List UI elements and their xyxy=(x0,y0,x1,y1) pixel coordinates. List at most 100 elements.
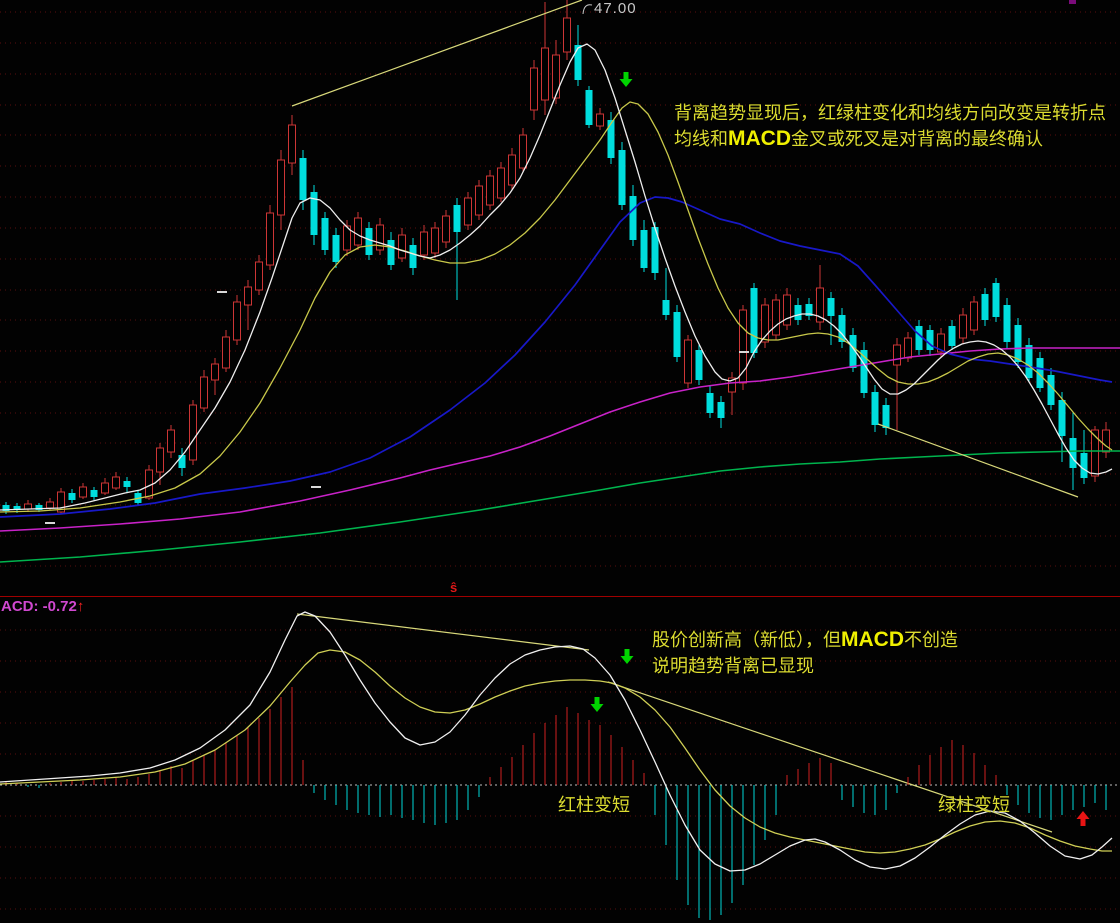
candle-body-up xyxy=(531,68,538,110)
trendline-price-peaks xyxy=(292,0,582,106)
candle-body-up xyxy=(542,48,549,100)
candle-body-down xyxy=(674,312,681,357)
candle-body-up xyxy=(234,302,241,340)
candle-body-up xyxy=(905,338,912,358)
candle-body-up xyxy=(201,377,208,408)
peak-price-label: 47.00 xyxy=(594,0,637,17)
cursor-artifact xyxy=(1069,0,1076,4)
green-bars-shorten-label: 绿柱变短 xyxy=(938,792,1010,818)
candle-body-up xyxy=(553,55,560,98)
candle-body-up xyxy=(80,487,87,497)
candle-body-up xyxy=(223,337,230,368)
candle-body-down xyxy=(124,481,131,487)
ma-green-line xyxy=(0,451,1120,562)
macd-value-text: ACD: -0.72 xyxy=(1,598,77,615)
candle-body-down xyxy=(993,283,1000,317)
candle-body-down xyxy=(388,240,395,265)
main-annotation: 背离趋势显现后，红绿柱变化和均线方向改变是转折点 均线和MACD金叉或死叉是对背… xyxy=(674,100,1106,152)
candle-body-down xyxy=(575,45,582,80)
macd-annotation-line2: 说明趋势背离已显现 xyxy=(652,653,958,679)
candle-body-down xyxy=(641,230,648,268)
candle-body-down xyxy=(916,326,923,350)
candle-body-down xyxy=(1081,453,1088,478)
main-annotation-line1: 背离趋势显现后，红绿柱变化和均线方向改变是转折点 xyxy=(674,100,1106,126)
candle-body-down xyxy=(91,490,98,497)
ma-yellow-line xyxy=(0,102,1112,512)
candle-body-down xyxy=(949,326,956,346)
candle-body-down xyxy=(322,218,329,250)
candle-body-down xyxy=(69,493,76,500)
candle-body-up xyxy=(597,114,604,126)
candle-body-up xyxy=(894,345,901,365)
candle-body-down xyxy=(883,405,890,428)
candle-body-down xyxy=(982,294,989,320)
candle-body-up xyxy=(157,448,164,472)
peak-callout-hook xyxy=(583,5,592,14)
candle-body-down xyxy=(630,196,637,240)
candle-body-up xyxy=(476,186,483,215)
red-bars-shorten-label: 红柱变短 xyxy=(558,792,630,818)
candle-body-down xyxy=(828,298,835,316)
candle-body-down xyxy=(410,245,417,268)
macd-value-label: ACD: -0.72↑ xyxy=(1,598,84,615)
green-down-arrow-dea-peak-icon xyxy=(591,697,604,712)
candle-body-down xyxy=(366,228,373,255)
candle-body-up xyxy=(25,504,32,509)
candle-body-up xyxy=(465,198,472,225)
candle-body-down xyxy=(718,402,725,418)
trendline-macd-peaks xyxy=(297,614,589,650)
candle-body-down xyxy=(1048,375,1055,405)
candle-body-up xyxy=(256,262,263,290)
candle-body-up xyxy=(498,168,505,198)
separator-marker-glyph: ŝ xyxy=(450,580,457,595)
candle-body-up xyxy=(399,235,406,258)
candle-body-up xyxy=(289,125,296,163)
trading-chart-screen[interactable]: 47.00 背离趋势显现后，红绿柱变化和均线方向改变是转折点 均线和MACD金叉… xyxy=(0,0,1120,923)
candle-body-up xyxy=(421,232,428,255)
candle-body-up xyxy=(212,364,219,380)
candle-body-up xyxy=(1103,430,1110,452)
main-annotation-line2: 均线和MACD金叉或死叉是对背离的最终确认 xyxy=(674,126,1106,152)
candle-body-down xyxy=(619,150,626,205)
candle-body-down xyxy=(795,305,802,320)
candle-body-down xyxy=(179,455,186,468)
red-up-arrow-macd-turn-icon xyxy=(1077,811,1090,826)
candle-body-up xyxy=(355,218,362,245)
candle-body-up xyxy=(267,213,274,265)
candle-body-down xyxy=(608,120,615,158)
candle-body-down xyxy=(1059,400,1066,436)
candle-body-up xyxy=(564,18,571,52)
candle-body-up xyxy=(685,340,692,383)
candle-body-down xyxy=(300,158,307,200)
ma-blue-line xyxy=(0,197,1112,517)
candle-body-up xyxy=(190,405,197,460)
candle-body-up xyxy=(245,287,252,305)
candle-body-up xyxy=(443,216,450,242)
candle-body-up xyxy=(113,477,120,488)
candle-body-up xyxy=(47,502,54,508)
up-arrow-icon: ↑ xyxy=(77,598,85,615)
candle-body-down xyxy=(454,205,461,232)
macd-annotation: 股价创新高（新低），但MACD不创造 说明趋势背离已显现 xyxy=(652,627,958,679)
candle-body-down xyxy=(1015,325,1022,362)
candle-body-up xyxy=(432,228,439,253)
candle-body-up xyxy=(971,302,978,330)
candle-body-down xyxy=(872,392,879,425)
candle-body-down xyxy=(586,90,593,125)
candle-body-up xyxy=(168,430,175,452)
candle-body-up xyxy=(773,300,780,335)
candle-body-down xyxy=(1004,305,1011,342)
candle-body-up xyxy=(487,176,494,205)
candle-body-down xyxy=(1026,345,1033,378)
candle-body-down xyxy=(751,288,758,353)
candle-body-up xyxy=(278,160,285,215)
candle-body-up xyxy=(509,155,516,185)
candle-body-up xyxy=(960,315,967,338)
candle-body-down xyxy=(707,393,714,413)
candle-body-down xyxy=(696,350,703,380)
macd-annotation-line1: 股价创新高（新低），但MACD不创造 xyxy=(652,627,958,653)
green-down-arrow-macd-peak-icon xyxy=(621,649,634,664)
trendline-price-lows xyxy=(878,424,1078,497)
candle-body-up xyxy=(520,135,527,168)
candle-body-down xyxy=(1070,438,1077,468)
